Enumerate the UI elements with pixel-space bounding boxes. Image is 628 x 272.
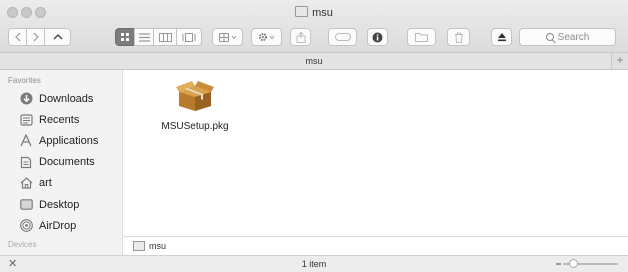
search-input[interactable]: Search bbox=[519, 28, 616, 46]
sidebar-item-label: art bbox=[39, 177, 52, 190]
recents-icon bbox=[19, 113, 33, 127]
window-title: msu bbox=[0, 6, 628, 19]
new-folder-button[interactable] bbox=[407, 28, 436, 46]
sidebar-item-label: Downloads bbox=[39, 92, 94, 105]
path-bar: msu bbox=[123, 236, 628, 255]
forward-button[interactable] bbox=[26, 28, 45, 46]
info-icon bbox=[372, 32, 383, 42]
sidebar-item-label: Desktop bbox=[39, 198, 80, 211]
eject-icon bbox=[497, 33, 506, 42]
share-icon bbox=[296, 31, 305, 43]
chevron-left-icon bbox=[14, 32, 20, 42]
icon-grid-icon bbox=[121, 33, 129, 41]
sidebar-item-downloads[interactable]: Downloads bbox=[0, 88, 122, 109]
action-button[interactable] bbox=[251, 28, 282, 46]
enclosing-folder-button[interactable] bbox=[44, 28, 71, 46]
zoom-out-icon bbox=[556, 263, 561, 265]
sidebar-item-airdrop[interactable]: AirDrop bbox=[0, 215, 122, 236]
tag-icon bbox=[334, 33, 351, 41]
toolbar: msu Search bbox=[0, 0, 628, 53]
airdrop-icon bbox=[19, 219, 33, 233]
eject-button[interactable] bbox=[491, 28, 512, 46]
sidebar-item-art[interactable]: art bbox=[0, 173, 122, 194]
tab-msu[interactable]: msu bbox=[305, 56, 322, 66]
gallery-icon bbox=[182, 32, 196, 42]
desktop-icon bbox=[19, 198, 33, 212]
home-icon bbox=[19, 176, 33, 190]
chevron-up-icon bbox=[53, 34, 62, 40]
get-info-button[interactable] bbox=[367, 28, 388, 46]
chevron-right-icon bbox=[33, 32, 39, 42]
trash-icon bbox=[454, 32, 463, 43]
icon-view-button[interactable] bbox=[115, 28, 135, 46]
applications-icon bbox=[19, 134, 33, 148]
back-button[interactable] bbox=[8, 28, 27, 46]
finder-window: msu Search msu + Favorites Downloads Rec… bbox=[0, 0, 628, 272]
downloads-icon bbox=[19, 92, 33, 106]
list-icon bbox=[138, 32, 150, 42]
sidebar-item-documents[interactable]: Documents bbox=[0, 152, 122, 173]
sidebar-item-label: Recents bbox=[39, 113, 80, 126]
package-icon bbox=[176, 81, 214, 111]
sidebar-item-label: Documents bbox=[39, 156, 95, 169]
sidebar: Favorites Downloads Recents Applications… bbox=[0, 70, 123, 256]
slider-handle[interactable] bbox=[569, 259, 578, 268]
tab-bar: msu + bbox=[0, 53, 628, 70]
column-view-button[interactable] bbox=[153, 28, 177, 46]
folder-icon bbox=[133, 241, 145, 251]
new-folder-icon bbox=[415, 33, 428, 42]
sidebar-section-favorites: Favorites bbox=[8, 76, 41, 85]
columns-icon bbox=[158, 32, 172, 42]
group-icon bbox=[218, 32, 236, 42]
search-icon bbox=[545, 33, 554, 41]
new-tab-button[interactable]: + bbox=[611, 53, 628, 69]
arrange-button[interactable] bbox=[212, 28, 243, 46]
sidebar-section-devices: Devices bbox=[8, 240, 37, 250]
file-item[interactable]: MSUSetup.pkg bbox=[145, 78, 245, 132]
sidebar-item-label: AirDrop bbox=[39, 219, 77, 232]
folder-icon bbox=[295, 6, 309, 17]
documents-icon bbox=[19, 155, 33, 169]
path-item-msu[interactable]: msu bbox=[149, 241, 166, 251]
gallery-view-button[interactable] bbox=[176, 28, 202, 46]
sidebar-item-recents[interactable]: Recents bbox=[0, 109, 122, 130]
item-count: 1 item bbox=[301, 259, 327, 269]
list-view-button[interactable] bbox=[134, 28, 154, 46]
file-name: MSUSetup.pkg bbox=[161, 121, 229, 132]
gear-icon bbox=[258, 33, 274, 41]
tags-button[interactable] bbox=[328, 28, 357, 46]
file-browser[interactable]: MSUSetup.pkg bbox=[123, 70, 628, 236]
plus-icon: + bbox=[616, 53, 624, 67]
share-button[interactable] bbox=[290, 28, 311, 46]
status-bar: ✕ 1 item bbox=[0, 255, 628, 272]
sidebar-item-label: Applications bbox=[39, 134, 99, 147]
sidebar-item-applications[interactable]: Applications bbox=[0, 130, 122, 151]
sidebar-item-desktop[interactable]: Desktop bbox=[0, 194, 122, 215]
delete-button[interactable] bbox=[447, 28, 470, 46]
